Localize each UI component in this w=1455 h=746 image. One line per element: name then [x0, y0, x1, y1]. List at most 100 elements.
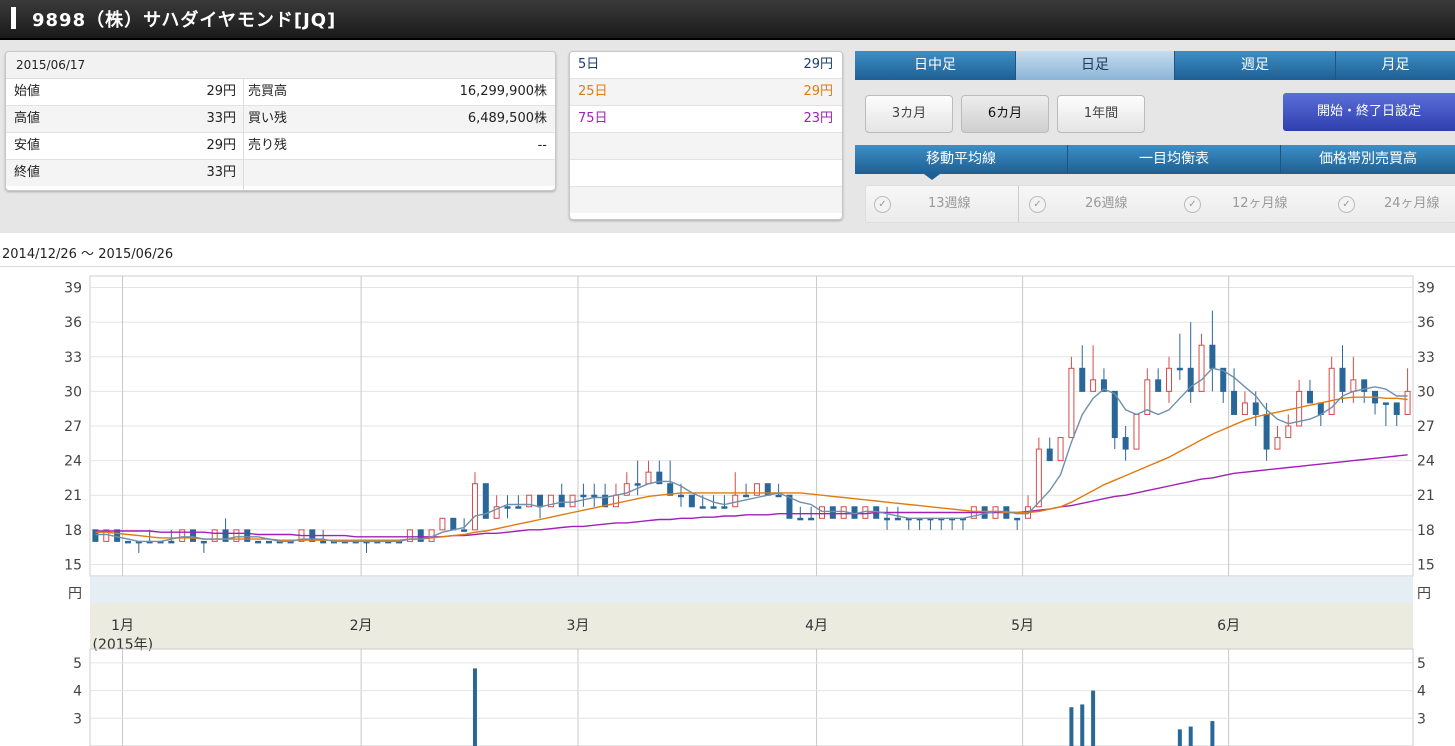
price-tick-label-left: 24 [64, 454, 82, 470]
volume-pane [89, 648, 1414, 746]
price-tick-label-left: 33 [64, 350, 82, 366]
candle-body [710, 506, 717, 509]
quote-date: 2015/06/17 [16, 58, 86, 72]
candle-body [1166, 367, 1173, 392]
candle-body [124, 540, 131, 544]
candle-body [634, 483, 641, 486]
candle-body [688, 494, 695, 508]
price-tick-label-left: 18 [64, 523, 82, 539]
check-icon: ✓ [1338, 196, 1355, 213]
date-range-button[interactable]: 開始・終了日設定 [1283, 93, 1455, 131]
quote-value: 29円 [206, 138, 236, 153]
price-tick-label-left: 39 [64, 281, 82, 297]
tab-monthly[interactable]: 月足 [1336, 51, 1455, 80]
price-unit-right: 円 [1417, 586, 1431, 602]
price-tick-label-right: 15 [1417, 557, 1435, 573]
candle-body [1155, 379, 1162, 392]
period-6m-button[interactable]: 6カ月 [961, 95, 1049, 133]
active-tab-pointer [924, 174, 940, 180]
candle-body [537, 494, 544, 508]
candle-body [461, 529, 468, 532]
control-band: 2015/06/17 始値 29円 売買高 16,299,900株 高値 33円… [0, 40, 1455, 233]
candle-body [678, 494, 685, 498]
title-marker [11, 7, 16, 29]
candle-body [1231, 390, 1238, 415]
volume-bar [472, 668, 477, 746]
period-3m-button[interactable]: 3カ月 [865, 95, 953, 133]
price-tick-label-right: 18 [1417, 523, 1435, 539]
check-24m[interactable]: ✓ 24ヶ月線 [1328, 186, 1455, 222]
quote-label: 売買高 [248, 84, 288, 99]
ma-row [570, 160, 842, 187]
price-chart: 39 3936 3633 3330 3027 2724 2421 2118 1815 15円 円1月… [64, 275, 1435, 746]
candle-body [1057, 437, 1064, 462]
candle-body [471, 483, 478, 531]
quote-label: 始値 [14, 84, 41, 99]
candle-body [1111, 390, 1118, 439]
ma-row: 5日 29円 [570, 52, 842, 79]
volume-tick-label-left: 3 [73, 711, 82, 727]
candle-body [1339, 367, 1346, 392]
volume-tick-label-right: 5 [1417, 656, 1426, 672]
candle-body [732, 494, 739, 508]
check-label: 26週線 [1085, 196, 1128, 211]
check-icon: ✓ [1184, 196, 1201, 213]
candle-body [894, 517, 901, 521]
candle-body [1382, 402, 1389, 405]
check-12m[interactable]: ✓ 12ヶ月線 [1174, 186, 1324, 222]
ma-row: 25日 29円 [570, 79, 842, 106]
quote-label: 高値 [14, 111, 41, 126]
check-label: 12ヶ月線 [1232, 196, 1288, 211]
candle-body [569, 494, 576, 508]
month-label: 5月 [1011, 618, 1034, 634]
price-tick-label-right: 27 [1417, 419, 1435, 435]
volume-tick-label-right: 4 [1417, 684, 1426, 700]
tab-volume-profile[interactable]: 価格帯別売買高 [1281, 145, 1455, 174]
price-tick-label-left: 15 [64, 557, 82, 573]
check-26w[interactable]: ✓ 26週線 [1018, 186, 1169, 222]
check-13w[interactable]: ✓ 13週線 [866, 186, 1016, 222]
price-tick-label-left: 21 [64, 488, 82, 504]
candle-body [1285, 425, 1292, 439]
candle-body [797, 517, 804, 521]
candle-body [1068, 367, 1075, 439]
quote-label: 終値 [14, 165, 41, 180]
candle-body [450, 517, 457, 531]
candle-body [591, 494, 598, 498]
candle-body [1133, 413, 1140, 450]
ma-option-row: ✓ 13週線 ✓ 26週線 ✓ 12ヶ月線 ✓ 24ヶ月線 [865, 185, 1455, 223]
price-tick-label-right: 24 [1417, 454, 1435, 470]
candle-body [1035, 448, 1042, 508]
price-tick-label-left: 30 [64, 384, 82, 400]
quote-label: 買い残 [248, 111, 288, 126]
candle-body [840, 506, 847, 519]
ma-row [570, 187, 842, 213]
tab-ichimoku[interactable]: 一目均衡表 [1068, 145, 1281, 174]
chart-top-rule [0, 266, 1455, 267]
volume-bar [1080, 704, 1085, 746]
date-range-text: 2014/12/26 ～ 2015/06/26 [2, 247, 174, 262]
candle-body [1306, 390, 1313, 404]
volume-tick-label-left: 5 [73, 656, 82, 672]
ma-value: 23円 [803, 111, 833, 126]
tab-intraday[interactable]: 日中足 [855, 51, 1016, 80]
volume-bar [1069, 707, 1074, 746]
quote-label: 安値 [14, 138, 41, 153]
candle-body [1241, 402, 1248, 415]
title-bar: 9898（株）サハダイヤモンド[JQ] [0, 0, 1455, 40]
candle-body [884, 517, 891, 521]
month-label: 4月 [805, 618, 828, 634]
price-tick-label-right: 39 [1417, 281, 1435, 297]
candle-body [743, 494, 750, 498]
quote-row: 高値 33円 買い残 6,489,500株 [6, 106, 555, 133]
ma-label: 25日 [578, 84, 608, 99]
volume-tick-label-right: 3 [1417, 711, 1426, 727]
tab-daily[interactable]: 日足 [1016, 51, 1175, 80]
quote-row: 安値 29円 売り残 -- [6, 133, 555, 160]
candle-body [1176, 367, 1183, 371]
tab-moving-average[interactable]: 移動平均線 [855, 145, 1068, 174]
month-label: 3月 [567, 618, 590, 634]
indicator-tabs: 移動平均線 一目均衡表 価格帯別売買高 [855, 145, 1455, 174]
period-1y-button[interactable]: 1年間 [1057, 95, 1145, 133]
tab-weekly[interactable]: 週足 [1175, 51, 1336, 80]
